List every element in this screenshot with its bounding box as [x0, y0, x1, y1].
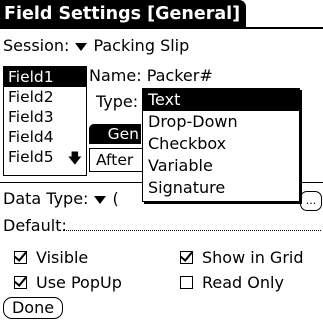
default-label: Default: — [3, 216, 67, 235]
type-option-variable[interactable]: Variable — [143, 155, 299, 177]
show-in-grid-label: Show in Grid — [202, 248, 304, 267]
name-row: Name: Packer# — [89, 66, 213, 85]
session-trigger[interactable]: Packing Slip — [93, 36, 189, 55]
type-option-signature[interactable]: Signature — [143, 177, 299, 199]
triangle-down-icon[interactable] — [75, 42, 88, 51]
data-type-label: Data Type: — [3, 189, 89, 208]
type-row: Type: — [96, 92, 138, 111]
field-list[interactable]: Field1 Field2 Field3 Field4 Field5 🡇 — [3, 66, 87, 176]
field-list-item-field1[interactable]: Field1 — [4, 67, 86, 87]
scroll-down-arrow-icon[interactable]: 🡇 — [68, 148, 82, 172]
field-list-item-field4[interactable]: Field4 — [4, 127, 86, 147]
read-only-checkbox[interactable] — [180, 276, 193, 289]
session-row: Session: Packing Slip — [3, 36, 189, 55]
session-label: Session: — [3, 36, 70, 55]
done-button[interactable]: Done — [3, 297, 63, 319]
use-popup-label: Use PopUp — [36, 273, 122, 292]
name-value[interactable]: Packer# — [147, 66, 213, 85]
title-underline — [0, 27, 323, 29]
type-dropdown-list[interactable]: Text Drop-Down Checkbox Variable Signatu… — [142, 88, 300, 202]
tab-after[interactable]: After — [89, 148, 143, 172]
data-type-trigger[interactable]: ( — [112, 189, 118, 208]
visible-checkbox-row[interactable]: Visible — [14, 248, 88, 267]
read-only-label: Read Only — [202, 273, 284, 292]
field-list-item-field3[interactable]: Field3 — [4, 107, 86, 127]
default-field[interactable] — [63, 230, 321, 231]
name-label: Name: — [89, 66, 142, 85]
type-option-drop-down[interactable]: Drop-Down — [143, 111, 299, 133]
show-in-grid-checkbox[interactable] — [180, 251, 193, 264]
type-option-checkbox[interactable]: Checkbox — [143, 133, 299, 155]
data-type-options-button[interactable]: ... — [300, 191, 322, 211]
visible-label: Visible — [36, 248, 89, 267]
data-type-row: Data Type: ( — [3, 189, 119, 208]
show-in-grid-checkbox-row[interactable]: Show in Grid — [180, 248, 304, 267]
form-title: Field Settings [General] — [0, 0, 247, 29]
default-row: Default: — [3, 216, 67, 235]
triangle-down-icon[interactable] — [94, 195, 107, 204]
visible-checkbox[interactable] — [14, 251, 27, 264]
tab-general[interactable]: Gen — [89, 124, 141, 144]
use-popup-checkbox-row[interactable]: Use PopUp — [14, 273, 122, 292]
use-popup-checkbox[interactable] — [14, 276, 27, 289]
type-label: Type: — [96, 92, 139, 111]
field-list-item-field2[interactable]: Field2 — [4, 87, 86, 107]
type-option-text[interactable]: Text — [143, 89, 299, 111]
read-only-checkbox-row[interactable]: Read Only — [180, 273, 284, 292]
